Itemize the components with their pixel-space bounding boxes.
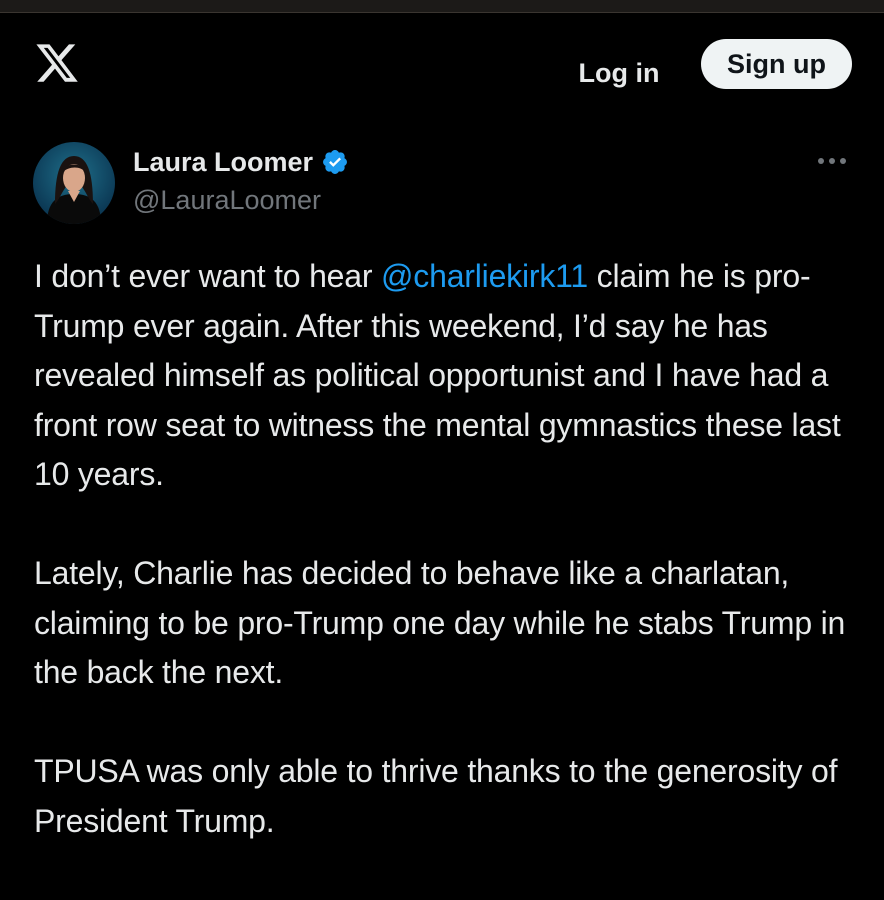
x-logo-icon[interactable] — [33, 40, 81, 86]
avatar[interactable] — [33, 142, 115, 224]
verified-badge-icon[interactable] — [321, 148, 349, 176]
tweet-paragraph: TPUSA was only able to thrive thanks to … — [34, 753, 838, 839]
tweet-paragraph: Lately, Charlie has decided to behave li… — [34, 555, 846, 690]
tweet-text: I don’t ever want to hear @charliekirk11… — [34, 252, 864, 896]
signup-button[interactable]: Sign up — [701, 39, 852, 89]
header-bar: Log in Sign up — [0, 12, 884, 112]
avatar-image — [47, 156, 101, 224]
mention-link[interactable]: @charliekirk11 — [381, 258, 588, 294]
tweet-author: Laura Loomer @LauraLoomer — [133, 145, 349, 216]
more-horizontal-icon[interactable] — [812, 150, 852, 172]
author-name[interactable]: Laura Loomer — [133, 147, 313, 178]
tweet-paragraph: I don’t ever want to hear @charliekirk11… — [34, 258, 841, 492]
author-handle[interactable]: @LauraLoomer — [133, 185, 349, 216]
login-button[interactable]: Log in — [566, 48, 672, 98]
